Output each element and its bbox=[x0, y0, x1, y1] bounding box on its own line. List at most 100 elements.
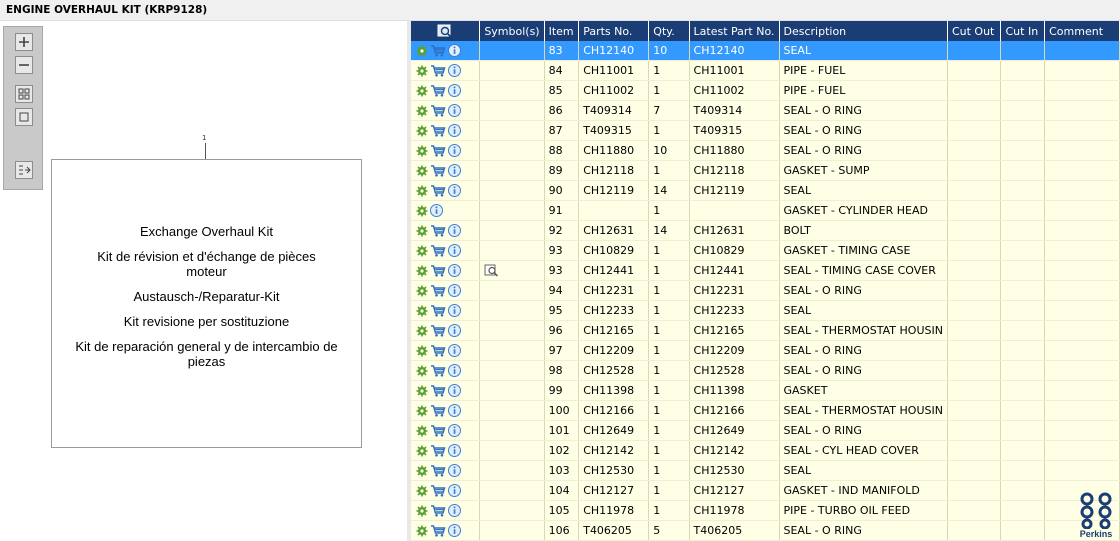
gear-icon[interactable] bbox=[416, 325, 428, 337]
gear-icon[interactable] bbox=[416, 85, 428, 97]
table-row[interactable]: 101 CH12649 1 CH12649 SEAL - O RING bbox=[411, 420, 1120, 441]
cart-icon[interactable] bbox=[430, 524, 446, 537]
table-row[interactable]: 97 CH12209 1 CH12209 SEAL - O RING bbox=[411, 340, 1120, 361]
table-row[interactable]: 104 CH12127 1 CH12127 GASKET - IND MANIFOLD bbox=[411, 480, 1120, 501]
kit-illustration[interactable]: Exchange Overhaul Kit Kit de révision et… bbox=[51, 159, 362, 448]
gear-icon[interactable] bbox=[416, 125, 428, 137]
cart-icon[interactable] bbox=[430, 164, 446, 177]
header-parts-no[interactable]: Parts No. bbox=[578, 21, 650, 41]
info-icon[interactable] bbox=[448, 124, 461, 138]
info-icon[interactable] bbox=[448, 264, 461, 278]
cart-icon[interactable] bbox=[430, 64, 446, 77]
cart-icon[interactable] bbox=[430, 144, 446, 157]
info-icon[interactable] bbox=[448, 304, 461, 318]
gear-icon[interactable] bbox=[416, 345, 428, 357]
cart-icon[interactable] bbox=[430, 264, 446, 277]
cart-icon[interactable] bbox=[430, 224, 446, 237]
cart-icon[interactable] bbox=[430, 284, 446, 297]
info-icon[interactable] bbox=[448, 424, 461, 438]
info-icon[interactable] bbox=[448, 164, 461, 178]
gear-icon[interactable] bbox=[416, 425, 428, 437]
cart-icon[interactable] bbox=[430, 324, 446, 337]
header-item[interactable]: Item bbox=[544, 21, 580, 41]
header-qty[interactable]: Qty. bbox=[648, 21, 690, 41]
gear-icon[interactable] bbox=[416, 185, 428, 197]
cart-icon[interactable] bbox=[430, 404, 446, 417]
zoom-in-button[interactable] bbox=[15, 33, 33, 51]
gear-icon[interactable] bbox=[416, 405, 428, 417]
gear-icon[interactable] bbox=[416, 365, 428, 377]
cart-icon[interactable] bbox=[430, 364, 446, 377]
info-icon[interactable] bbox=[448, 484, 461, 498]
info-icon[interactable] bbox=[448, 44, 461, 58]
column-chooser-icon[interactable] bbox=[437, 24, 453, 38]
zoom-out-button[interactable] bbox=[15, 56, 33, 74]
cart-icon[interactable] bbox=[430, 244, 446, 257]
info-icon[interactable] bbox=[448, 64, 461, 78]
table-row[interactable]: 105 CH11978 1 CH11978 PIPE - TURBO OIL FEED bbox=[411, 500, 1120, 521]
table-row[interactable]: 92 CH12631 14 CH12631 BOLT bbox=[411, 220, 1120, 241]
table-row[interactable]: 86 T409314 7 T409314 SEAL - O RING bbox=[411, 100, 1120, 121]
cart-icon[interactable] bbox=[430, 44, 446, 57]
view-all-button[interactable] bbox=[15, 85, 33, 103]
cart-icon[interactable] bbox=[430, 344, 446, 357]
gear-icon[interactable] bbox=[416, 505, 428, 517]
column-chooser-header[interactable] bbox=[411, 21, 481, 41]
cart-icon[interactable] bbox=[430, 484, 446, 497]
info-icon[interactable] bbox=[448, 384, 461, 398]
toggle-layout-button[interactable] bbox=[15, 161, 33, 179]
gear-icon[interactable] bbox=[416, 225, 428, 237]
header-cut-in[interactable]: Cut In bbox=[1000, 21, 1046, 41]
info-icon[interactable] bbox=[448, 364, 461, 378]
magnifier-symbol-icon[interactable] bbox=[484, 264, 500, 277]
table-row[interactable]: 93 CH10829 1 CH10829 GASKET - TIMING CASE bbox=[411, 240, 1120, 261]
info-icon[interactable] bbox=[448, 244, 461, 258]
table-row[interactable]: 94 CH12231 1 CH12231 SEAL - O RING bbox=[411, 280, 1120, 301]
header-comment[interactable]: Comment bbox=[1044, 21, 1120, 41]
table-row[interactable]: 96 CH12165 1 CH12165 SEAL - THERMOSTAT HOUSI… bbox=[411, 320, 1120, 341]
info-icon[interactable] bbox=[448, 504, 461, 518]
table-row[interactable]: 90 CH12119 14 CH12119 SEAL bbox=[411, 180, 1120, 201]
header-description[interactable]: Description bbox=[779, 21, 948, 41]
info-icon[interactable] bbox=[448, 144, 461, 158]
gear-icon[interactable] bbox=[416, 305, 428, 317]
table-row[interactable]: 98 CH12528 1 CH12528 SEAL - O RING bbox=[411, 360, 1120, 381]
gear-icon[interactable] bbox=[416, 385, 428, 397]
gear-icon[interactable] bbox=[416, 145, 428, 157]
gear-icon[interactable] bbox=[416, 245, 428, 257]
table-row[interactable]: 100 CH12166 1 CH12166 SEAL - THERMOSTAT HOUS… bbox=[411, 400, 1120, 421]
info-icon[interactable] bbox=[448, 104, 461, 118]
cart-icon[interactable] bbox=[430, 104, 446, 117]
cart-icon[interactable] bbox=[430, 384, 446, 397]
cart-icon[interactable] bbox=[430, 84, 446, 97]
table-row[interactable]: 88 CH11880 10 CH11880 SEAL - O RING bbox=[411, 140, 1120, 161]
info-icon[interactable] bbox=[448, 324, 461, 338]
header-latest-part-no[interactable]: Latest Part No. bbox=[689, 21, 780, 41]
info-icon[interactable] bbox=[448, 284, 461, 298]
table-row[interactable]: 99 CH11398 1 CH11398 GASKET bbox=[411, 380, 1120, 401]
header-symbols[interactable]: Symbol(s) bbox=[479, 21, 545, 41]
gear-icon[interactable] bbox=[416, 485, 428, 497]
info-icon[interactable] bbox=[430, 204, 443, 218]
table-row[interactable]: 102 CH12142 1 CH12142 SEAL - CYL HEAD COVER bbox=[411, 440, 1120, 461]
table-row[interactable]: 106 T406205 5 T406205 SEAL - O RING bbox=[411, 520, 1120, 541]
gear-icon[interactable] bbox=[416, 165, 428, 177]
header-cut-out[interactable]: Cut Out bbox=[947, 21, 1002, 41]
info-icon[interactable] bbox=[448, 84, 461, 98]
gear-icon[interactable] bbox=[416, 205, 428, 217]
fit-window-button[interactable] bbox=[15, 108, 33, 126]
cart-icon[interactable] bbox=[430, 444, 446, 457]
gear-icon[interactable] bbox=[416, 265, 428, 277]
table-row[interactable]: 89 CH12118 1 CH12118 GASKET - SUMP bbox=[411, 160, 1120, 181]
table-row[interactable]: 87 T409315 1 T409315 SEAL - O RING bbox=[411, 120, 1120, 141]
table-row[interactable]: 91 1 GASKET - CYLINDER HEAD bbox=[411, 200, 1120, 221]
table-row[interactable]: 83 CH12140 10 CH12140 SEAL bbox=[411, 41, 1120, 61]
gear-icon[interactable] bbox=[416, 525, 428, 537]
cart-icon[interactable] bbox=[430, 184, 446, 197]
info-icon[interactable] bbox=[448, 404, 461, 418]
table-row[interactable]: 93 CH12441 1 CH12441 SEAL - TIMING CASE COVE… bbox=[411, 260, 1120, 281]
cart-icon[interactable] bbox=[430, 464, 446, 477]
info-icon[interactable] bbox=[448, 184, 461, 198]
info-icon[interactable] bbox=[448, 344, 461, 358]
info-icon[interactable] bbox=[448, 444, 461, 458]
